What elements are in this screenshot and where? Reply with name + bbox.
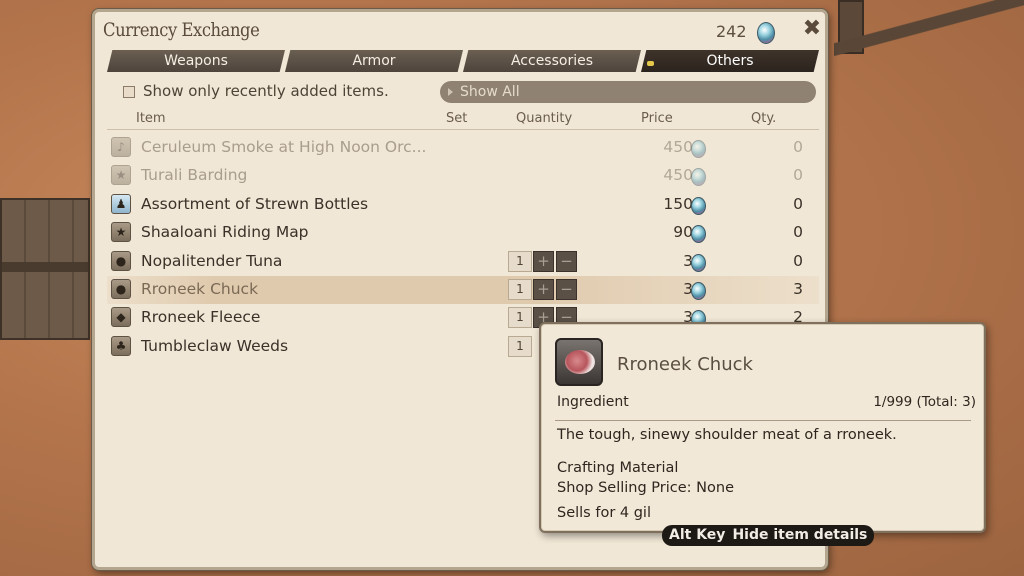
- item-detail-tooltip: Rroneek Chuck Ingredient 1/999 (Total: 3…: [539, 322, 986, 533]
- tooltip-item-name: Rroneek Chuck: [617, 354, 753, 375]
- show-all-label: Show All: [460, 84, 520, 100]
- column-header-qty: Qty.: [751, 111, 777, 126]
- item-price: 90: [673, 223, 693, 241]
- column-header-price: Price: [641, 111, 673, 126]
- meat-icon: [555, 338, 603, 386]
- table-row[interactable]: ♟ Assortment of Strewn Bottles 150 0: [107, 191, 819, 219]
- tooltip-shop-price: Shop Selling Price: None: [557, 480, 734, 496]
- item-owned-qty: 0: [793, 252, 803, 270]
- gem-icon: [691, 197, 706, 215]
- gem-icon: [691, 168, 706, 186]
- show-all-dropdown[interactable]: Show All: [440, 81, 816, 103]
- close-icon[interactable]: ✖: [801, 18, 823, 40]
- table-row[interactable]: ● Nopalitender Tuna 1 + − 3 0: [107, 248, 819, 276]
- column-header-item: Item: [136, 111, 166, 126]
- tab-accessories[interactable]: Accessories: [463, 50, 641, 72]
- gem-icon: [691, 140, 706, 158]
- item-owned-qty: 0: [793, 138, 803, 156]
- header-divider: [107, 129, 819, 130]
- column-header-set: Set: [446, 111, 468, 126]
- meat-icon: ●: [111, 279, 131, 299]
- tuna-icon: ●: [111, 251, 131, 271]
- fleece-icon: ◆: [111, 307, 131, 327]
- item-name: Shaaloani Riding Map: [141, 223, 309, 241]
- gem-icon: [691, 282, 706, 300]
- keybind-hint: Alt Key Hide item details: [662, 525, 875, 546]
- table-row[interactable]: ★ Shaaloani Riding Map 90 0: [107, 219, 819, 247]
- table-row[interactable]: ♪ Ceruleum Smoke at High Noon Orc... 450…: [107, 134, 819, 162]
- item-name: Turali Barding: [141, 166, 248, 184]
- wooden-crate: [0, 198, 90, 340]
- checkbox-box[interactable]: [123, 85, 135, 98]
- item-name: Tumbleclaw Weeds: [141, 337, 289, 355]
- weeds-icon: ♣: [111, 336, 131, 356]
- hint-label: Hide item details: [732, 527, 868, 543]
- item-owned-qty: 0: [793, 166, 803, 184]
- barding-star-icon: ★: [111, 165, 131, 185]
- meat-slice: [565, 350, 595, 374]
- plus-button[interactable]: +: [533, 251, 554, 272]
- tooltip-category: Ingredient: [557, 394, 629, 410]
- table-row[interactable]: ★ Turali Barding 450 0: [107, 162, 819, 190]
- active-tab-marker: [647, 61, 654, 66]
- item-name: Nopalitender Tuna: [141, 252, 283, 270]
- music-note-icon: ♪: [111, 137, 131, 157]
- quantity-input[interactable]: 1: [508, 279, 532, 300]
- show-recent-label: Show only recently added items.: [143, 82, 389, 100]
- item-owned-qty: 0: [793, 223, 803, 241]
- minus-button[interactable]: −: [556, 279, 577, 300]
- item-name: Rroneek Fleece: [141, 308, 261, 326]
- currency-amount: 242: [716, 22, 747, 41]
- tooltip-divider: [555, 420, 971, 421]
- item-name: Assortment of Strewn Bottles: [141, 195, 369, 213]
- category-tabs: Weapons Armor Accessories Others: [107, 50, 819, 72]
- tab-armor[interactable]: Armor: [285, 50, 463, 72]
- item-name: Rroneek Chuck: [141, 280, 259, 298]
- dropdown-arrow-icon: [448, 88, 453, 96]
- column-header-quantity: Quantity: [516, 111, 573, 126]
- item-owned-qty: 3: [793, 280, 803, 298]
- item-name: Ceruleum Smoke at High Noon Orc...: [141, 138, 427, 156]
- tab-others[interactable]: Others: [641, 50, 819, 72]
- bottles-icon: ♟: [111, 194, 131, 214]
- table-row-selected[interactable]: ● Rroneek Chuck 1 + − 3 3: [107, 276, 819, 304]
- tooltip-description: The tough, sinewy shoulder meat of a rro…: [557, 427, 897, 443]
- tomestone-gem-icon: [757, 22, 775, 44]
- item-price: 450: [663, 138, 693, 156]
- tooltip-stack-count: 1/999 (Total: 3): [873, 394, 976, 410]
- tooltip-sell-price: Sells for 4 gil: [557, 505, 651, 521]
- window-title: Currency Exchange: [103, 19, 260, 41]
- quantity-input[interactable]: 1: [508, 251, 532, 272]
- minus-button[interactable]: −: [556, 251, 577, 272]
- map-star-icon: ★: [111, 222, 131, 242]
- plus-button[interactable]: +: [533, 279, 554, 300]
- tab-weapons[interactable]: Weapons: [107, 50, 285, 72]
- quantity-input[interactable]: 1: [508, 336, 532, 357]
- gem-icon: [691, 254, 706, 272]
- item-price: 150: [663, 195, 693, 213]
- wooden-fence: [834, 0, 1024, 56]
- item-price: 450: [663, 166, 693, 184]
- quantity-input[interactable]: 1: [508, 307, 532, 328]
- hint-key: Alt Key: [669, 527, 726, 543]
- tooltip-crafting: Crafting Material: [557, 460, 679, 476]
- gem-icon: [691, 225, 706, 243]
- item-owned-qty: 0: [793, 195, 803, 213]
- show-recent-checkbox[interactable]: Show only recently added items.: [123, 82, 389, 100]
